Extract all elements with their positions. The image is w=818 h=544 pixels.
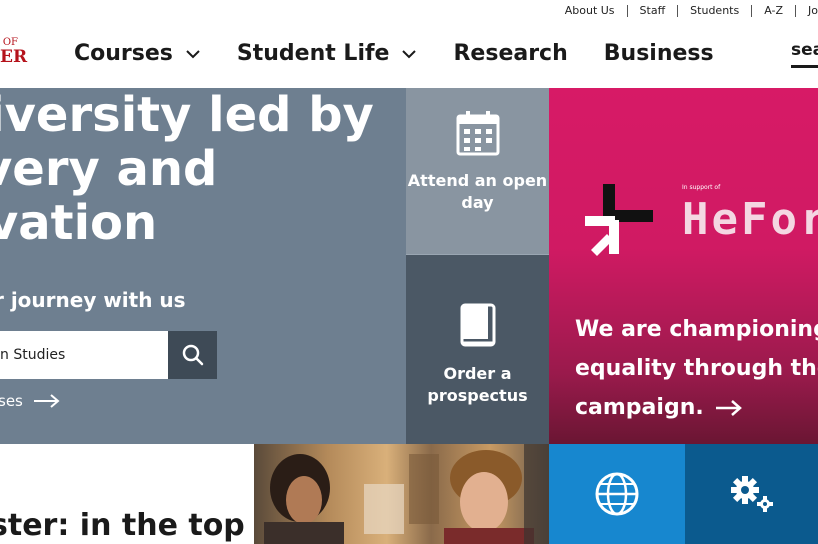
all-courses-link[interactable]: ses: [0, 392, 61, 410]
utility-link-jobs[interactable]: Jo: [795, 5, 818, 17]
logo-line-2: ER: [0, 47, 28, 67]
open-day-label-line-1: Attend an open: [407, 171, 548, 190]
heforshe-logo-icon: [585, 184, 653, 256]
students-photo: [254, 444, 549, 544]
heforshe-campaign-text: We are championing equality through the …: [575, 310, 818, 427]
services-tile[interactable]: [685, 444, 818, 544]
prospectus-label: Order a prospectus: [427, 363, 527, 407]
international-tile[interactable]: [549, 444, 685, 544]
prospectus-label-line-1: Order a: [443, 364, 512, 383]
open-day-label-line-2: day: [461, 193, 494, 212]
open-day-label: Attend an open day: [408, 170, 547, 214]
hero-title: niversity led by overy and ovation: [0, 88, 374, 250]
heforshe-campaign-tile[interactable]: In support of HeFor We are championing e…: [549, 88, 818, 444]
nav-item-research[interactable]: Research: [453, 41, 567, 66]
campaign-line-2: equality through the: [575, 356, 818, 381]
course-search-button[interactable]: [168, 331, 217, 379]
nav-item-courses[interactable]: Courses: [74, 41, 201, 66]
utility-link-students[interactable]: Students: [677, 5, 751, 17]
gear-icon: [730, 476, 773, 512]
hero-title-line-3: ovation: [0, 195, 158, 251]
calendar-icon: [456, 111, 499, 156]
utility-link-about-us[interactable]: About Us: [553, 5, 627, 17]
prospectus-tile[interactable]: Order a prospectus: [406, 254, 549, 444]
search-toggle[interactable]: sea: [791, 40, 818, 68]
utility-link-staff[interactable]: Staff: [626, 5, 678, 17]
campaign-line-3: campaign.: [575, 388, 818, 427]
ranking-section: ster: in the top: [0, 444, 254, 544]
hero-banner: niversity led by overy and ovation r jou…: [0, 88, 406, 444]
heforshe-support-text: In support of: [682, 184, 721, 191]
chevron-down-icon: [402, 49, 417, 58]
ranking-heading: ster: in the top: [0, 508, 245, 543]
campaign-line-3-text: campaign.: [575, 395, 704, 420]
main-navigation: OF ER Courses Student Life Research Busi…: [0, 24, 818, 88]
students-photo-image: [264, 444, 549, 544]
hero-title-line-1: niversity led by: [0, 88, 374, 143]
nav-item-label: Business: [603, 41, 714, 66]
nav-item-student-life[interactable]: Student Life: [237, 41, 418, 66]
globe-icon: [595, 472, 639, 516]
search-icon: [182, 344, 203, 366]
heforshe-brand: HeFor: [682, 194, 818, 245]
hero-subtitle: r journey with us: [0, 288, 186, 312]
nav-item-business[interactable]: Business: [604, 41, 714, 66]
nav-items: Courses Student Life Research Business: [74, 41, 750, 66]
prospectus-label-line-2: prospectus: [427, 386, 528, 405]
chevron-down-icon: [186, 49, 200, 58]
course-search-input[interactable]: n Studies: [0, 331, 168, 379]
hero-title-line-2: overy and: [0, 141, 218, 197]
nav-item-label: Courses: [74, 41, 173, 66]
utility-bar: About Us Staff Students A-Z Jo: [0, 0, 818, 24]
utility-links: About Us Staff Students A-Z Jo: [553, 5, 818, 17]
university-logo[interactable]: OF ER: [0, 38, 27, 66]
open-day-tile[interactable]: Attend an open day: [406, 88, 549, 254]
book-icon: [460, 303, 495, 347]
nav-item-label: Student Life: [236, 41, 390, 66]
nav-item-label: Research: [453, 41, 568, 66]
arrow-right-icon: [716, 400, 743, 416]
all-courses-label: ses: [0, 392, 23, 410]
campaign-line-1: We are championing: [575, 317, 818, 342]
arrow-right-icon: [33, 394, 60, 408]
utility-link-a-z[interactable]: A-Z: [751, 5, 795, 17]
